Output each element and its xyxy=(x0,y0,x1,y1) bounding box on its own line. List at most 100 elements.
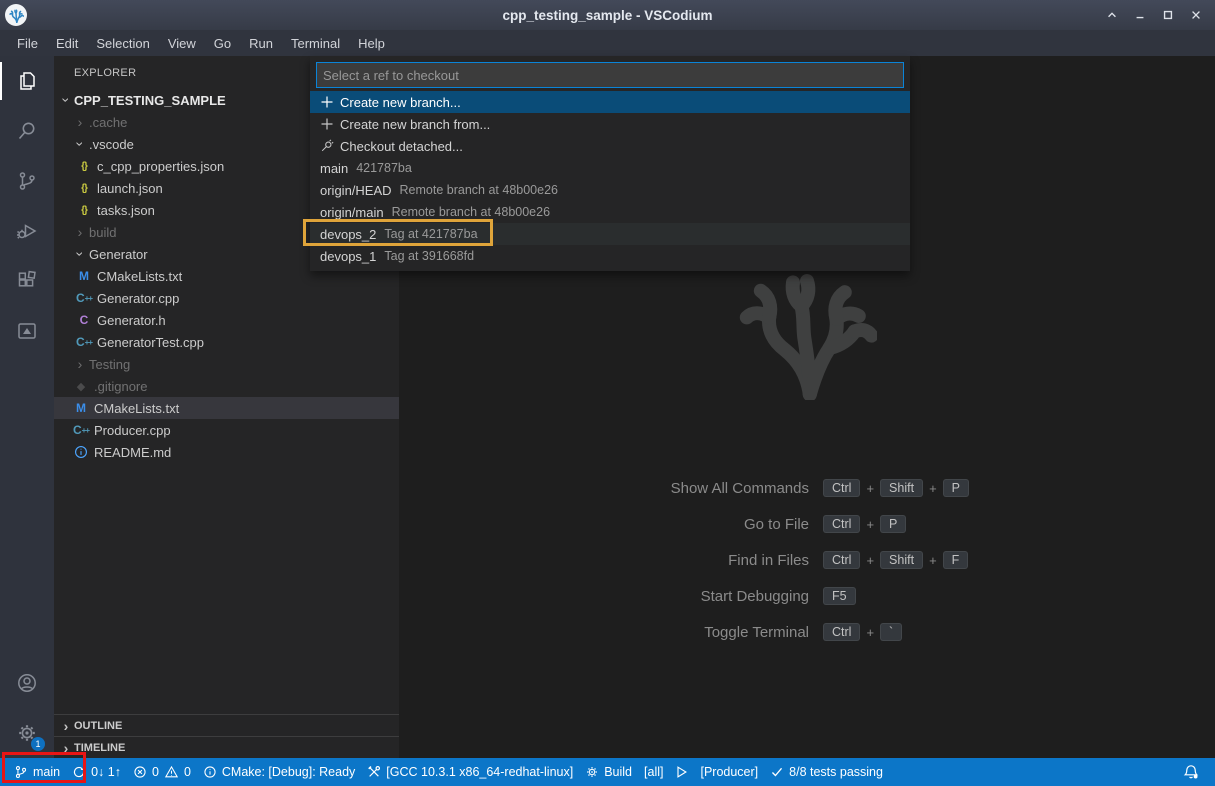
ref-checkout-quickpick: Create new branch... Create new branch f… xyxy=(310,56,910,271)
tree-file-producer-cpp[interactable]: C++Producer.cpp xyxy=(54,419,399,441)
keycap: Ctrl xyxy=(823,479,860,497)
add-icon xyxy=(320,94,340,110)
tree-file-generator-cpp[interactable]: C++Generator.cpp xyxy=(54,287,399,309)
cpp-icon: C++ xyxy=(73,422,89,438)
problems-indicator[interactable]: 0 0 xyxy=(127,758,197,786)
shortcut-row: Go to File Ctrl+P xyxy=(549,506,969,542)
info-icon xyxy=(73,444,89,460)
menu-run[interactable]: Run xyxy=(240,33,282,54)
tree-file-gitignore[interactable]: ◆.gitignore xyxy=(54,375,399,397)
sync-indicator[interactable]: 0↓ 1↑ xyxy=(66,758,127,786)
keycap: Shift xyxy=(880,479,923,497)
menu-terminal[interactable]: Terminal xyxy=(282,33,349,54)
activity-bar: 1 xyxy=(0,56,54,758)
tree-file-readme-md[interactable]: README.md xyxy=(54,441,399,463)
shortcut-row: Show All Commands Ctrl+Shift+P xyxy=(549,470,969,506)
settings-badge: 1 xyxy=(31,737,45,751)
search-icon[interactable] xyxy=(0,106,54,156)
quickpick-item-devops-1[interactable]: devops_1Tag at 391668fd xyxy=(310,245,910,267)
cmake-icon: M xyxy=(73,400,89,416)
status-bar: main 0↓ 1↑ 0 0 CMake: [Debug]: Ready [GC… xyxy=(0,758,1215,786)
keycap: Ctrl xyxy=(823,551,860,569)
git-icon: ◆ xyxy=(73,378,89,394)
add-icon xyxy=(320,116,340,132)
window-title: cpp_testing_sample - VSCodium xyxy=(0,8,1215,23)
keycap: F5 xyxy=(823,587,856,605)
cmake-status[interactable]: CMake: [Debug]: Ready xyxy=(197,758,361,786)
menu-help[interactable]: Help xyxy=(349,33,394,54)
branch-indicator[interactable]: main xyxy=(8,758,66,786)
shade-window-icon[interactable] xyxy=(1105,8,1119,22)
run-debug-icon[interactable] xyxy=(0,206,54,256)
kit-selector[interactable]: [GCC 10.3.1 x86_64-redhat-linux] xyxy=(361,758,579,786)
launch-target[interactable]: [Producer] xyxy=(694,758,764,786)
keycap: F xyxy=(943,551,969,569)
close-window-icon[interactable] xyxy=(1189,8,1203,22)
menu-go[interactable]: Go xyxy=(205,33,240,54)
keyboard-shortcuts-watermark: Show All Commands Ctrl+Shift+P Go to Fil… xyxy=(549,470,969,650)
quickpick-item-origin-main[interactable]: origin/mainRemote branch at 48b00e26 xyxy=(310,201,910,223)
minimize-window-icon[interactable] xyxy=(1133,8,1147,22)
cpp-icon: C++ xyxy=(76,290,92,306)
quickpick-item-checkout-detached[interactable]: Checkout detached... xyxy=(310,135,910,157)
header-icon: C xyxy=(76,312,92,328)
chevron-right-icon xyxy=(58,718,74,734)
ref-list: Create new branch... Create new branch f… xyxy=(310,91,910,267)
shortcut-row: Toggle Terminal Ctrl+` xyxy=(549,614,969,650)
maximize-window-icon[interactable] xyxy=(1161,8,1175,22)
play-icon xyxy=(675,765,688,779)
git-branch-icon xyxy=(14,765,28,779)
extensions-icon[interactable] xyxy=(0,256,54,306)
warning-icon xyxy=(164,765,179,779)
account-icon[interactable] xyxy=(0,658,54,708)
build-button[interactable]: Build xyxy=(579,758,638,786)
build-target[interactable]: [all] xyxy=(638,758,669,786)
info-icon xyxy=(203,765,217,779)
error-icon xyxy=(133,765,147,779)
chevron-right-icon xyxy=(58,740,74,756)
chevron-down-icon xyxy=(72,246,88,262)
tree-file-generator-h[interactable]: CGenerator.h xyxy=(54,309,399,331)
tree-file-generatortest-cpp[interactable]: C++GeneratorTest.cpp xyxy=(54,331,399,353)
launch-button[interactable] xyxy=(669,758,694,786)
check-icon xyxy=(770,765,784,779)
plug-icon xyxy=(320,138,340,154)
chevron-down-icon xyxy=(72,136,88,152)
menu-edit[interactable]: Edit xyxy=(47,33,87,54)
gear-icon xyxy=(585,765,599,779)
quickpick-item-create-new-branch[interactable]: Create new branch... xyxy=(310,91,910,113)
keycap: Shift xyxy=(880,551,923,569)
menu-selection[interactable]: Selection xyxy=(87,33,158,54)
test-status[interactable]: 8/8 tests passing xyxy=(764,758,889,786)
quickpick-item-main[interactable]: main421787ba xyxy=(310,157,910,179)
timeline-section[interactable]: TIMELINE xyxy=(54,736,399,758)
settings-gear-icon[interactable]: 1 xyxy=(0,708,54,758)
json-icon: {} xyxy=(76,158,92,174)
cmake-view-icon[interactable] xyxy=(0,306,54,356)
keycap: P xyxy=(943,479,969,497)
explorer-icon[interactable] xyxy=(0,56,54,106)
vscodium-logo xyxy=(5,4,27,26)
menu-file[interactable]: File xyxy=(8,33,47,54)
menu-view[interactable]: View xyxy=(159,33,205,54)
quickpick-item-origin-head[interactable]: origin/HEADRemote branch at 48b00e26 xyxy=(310,179,910,201)
cpp-icon: C++ xyxy=(76,334,92,350)
cmake-icon: M xyxy=(76,268,92,284)
quickpick-item-create-new-branch-from[interactable]: Create new branch from... xyxy=(310,113,910,135)
tree-file-cmakelists-root[interactable]: MCMakeLists.txt xyxy=(54,397,399,419)
shortcut-row: Find in Files Ctrl+Shift+F xyxy=(549,542,969,578)
chevron-right-icon xyxy=(72,224,88,240)
sync-icon xyxy=(72,765,86,779)
outline-section[interactable]: OUTLINE xyxy=(54,714,399,736)
keycap: ` xyxy=(880,623,902,641)
json-icon: {} xyxy=(76,202,92,218)
tree-folder-testing[interactable]: Testing xyxy=(54,353,399,375)
keycap: Ctrl xyxy=(823,623,860,641)
ref-search-input[interactable] xyxy=(316,62,904,88)
chevron-right-icon xyxy=(72,356,88,372)
shortcut-row: Start Debugging F5 xyxy=(549,578,969,614)
notifications-bell-icon[interactable] xyxy=(1177,764,1205,780)
quickpick-item-devops-2[interactable]: devops_2Tag at 421787ba xyxy=(310,223,910,245)
source-control-icon[interactable] xyxy=(0,156,54,206)
chevron-down-icon xyxy=(58,92,74,108)
